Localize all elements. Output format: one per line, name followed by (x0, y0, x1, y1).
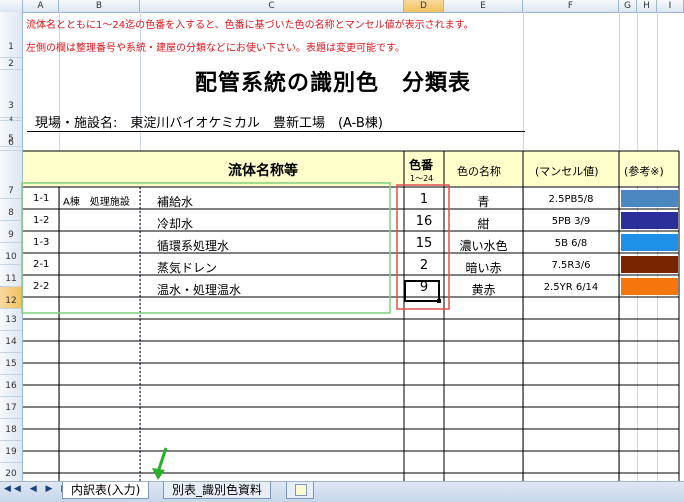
tab-color-reference[interactable]: 別表_識別色資料 (163, 482, 272, 499)
cell-building[interactable]: A棟 処理施設 (63, 193, 130, 208)
cell-munsell[interactable]: 7.5R3/6 (523, 260, 619, 271)
cell-color-no[interactable]: 15 (404, 236, 444, 251)
cell-no[interactable]: 1-1 (33, 193, 49, 204)
cell-munsell[interactable]: 2.5PB5/8 (523, 194, 619, 205)
color-swatch (621, 234, 678, 251)
header-color-no: 色番 (409, 158, 434, 172)
cell-color-name[interactable]: 黄赤 (444, 281, 523, 298)
cell-color-name[interactable]: 紺 (444, 215, 523, 232)
tab-breakdown-input[interactable]: 内訳表(入力) (62, 482, 150, 499)
header-munsell: (マンセル値) (535, 165, 599, 178)
cell-no[interactable]: 1-2 (33, 215, 49, 226)
cell-color-no[interactable]: 2 (404, 258, 444, 273)
cell-no[interactable]: 2-2 (33, 281, 49, 292)
color-swatch (621, 190, 678, 207)
cell-color-name[interactable]: 濃い水色 (444, 237, 523, 254)
color-swatch (621, 278, 678, 295)
cell-fluid[interactable]: 冷却水 (157, 215, 193, 232)
header-fluid-name: 流体名称等 (228, 163, 298, 179)
cell-fluid[interactable]: 補給水 (157, 193, 193, 210)
cell-munsell[interactable]: 5PB 3/9 (523, 216, 619, 227)
cell-munsell[interactable]: 2.5YR 6/14 (523, 282, 619, 293)
cell-color-name[interactable]: 青 (444, 193, 523, 210)
cell-fluid[interactable]: 蒸気ドレン (157, 259, 217, 276)
cell-fluid[interactable]: 循環系処理水 (157, 237, 229, 254)
cell-no[interactable]: 2-1 (33, 259, 49, 270)
cell-color-name[interactable]: 暗い赤 (444, 259, 523, 276)
sheet-tab-bar: ◀◀ ◀ ▶ ▶▶ 内訳表(入力) 別表_識別色資料 (0, 481, 684, 502)
header-color-name: 色の名称 (457, 165, 501, 178)
header-color-no-range: 1～24 (410, 174, 434, 183)
cell-no[interactable]: 1-3 (33, 237, 49, 248)
cell-color-no-active[interactable]: 9 (404, 280, 444, 295)
color-swatch (621, 256, 678, 273)
insert-sheet-icon[interactable] (286, 482, 314, 499)
cell-fluid[interactable]: 温水・処理温水 (157, 281, 241, 298)
cell-munsell[interactable]: 5B 6/8 (523, 238, 619, 249)
color-swatch (621, 212, 678, 229)
cell-color-no[interactable]: 1 (404, 192, 444, 207)
header-reference: (参考※) (624, 165, 664, 178)
cell-color-no[interactable]: 16 (404, 214, 444, 229)
